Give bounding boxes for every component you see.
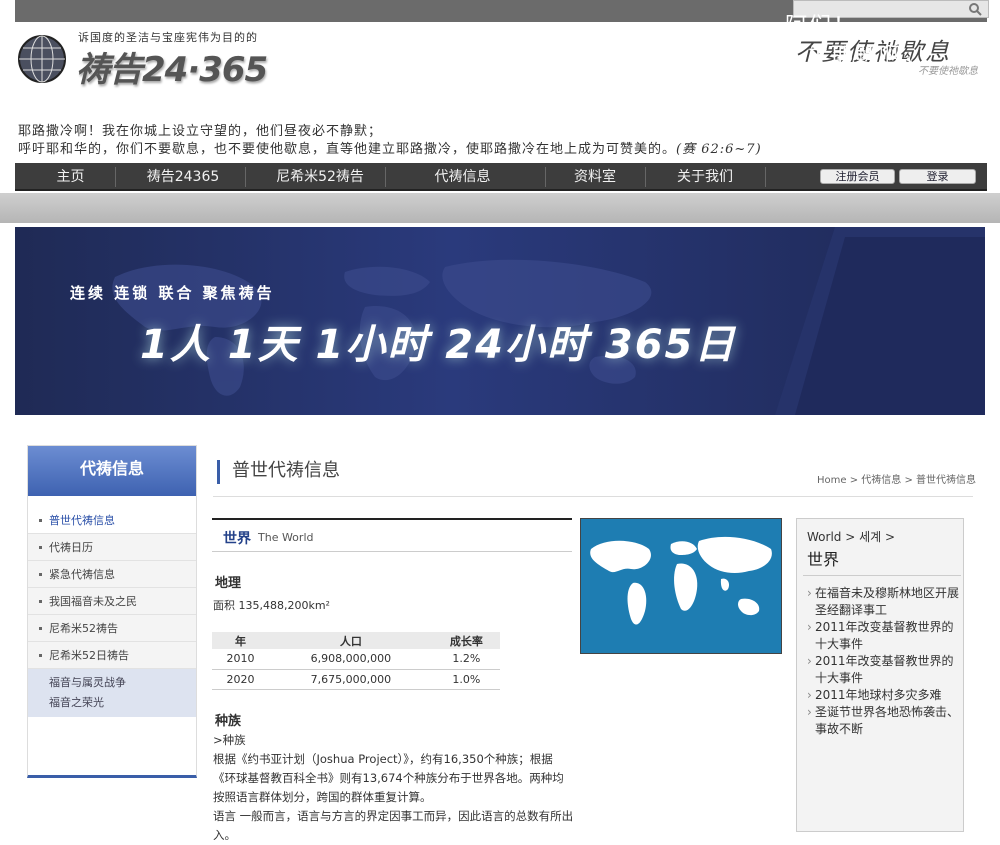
related-item[interactable]: 在福音未及穆斯林地区开展圣经翻译事工 [807, 585, 963, 619]
banner-corner-shape [775, 227, 985, 415]
nav-item-resources[interactable]: 资料室 [555, 163, 635, 191]
table-cell: 7,675,000,000 [268, 669, 433, 690]
nav-divider [645, 167, 646, 187]
related-title: 世界 [807, 550, 840, 569]
amen-line-3: 愿您快来！ [829, 74, 950, 99]
hero-banner: 连续 连锁 联合 聚焦祷告 1人 1天 1小时 24小时 365日 [15, 227, 985, 415]
verse-line-2: 呼吁耶和华的，你们不要歇息，也不要使他歇息，直等他建立耶路撒冷，使耶路撒冷在地上… [18, 142, 677, 157]
related-item[interactable]: 圣诞节世界各地恐怖袭击、事故不断 [807, 704, 963, 738]
world-subtitle: The World [258, 531, 314, 544]
related-item[interactable]: 2011年改变基督教世界的十大事件 [807, 653, 963, 687]
banner-headline: 1人 1天 1小时 24小时 365日 [140, 322, 737, 368]
related-panel: World > 세계 > 世界 在福音未及穆斯林地区开展圣经翻译事工 2011年… [796, 518, 964, 832]
register-button[interactable]: 注册会员 [820, 169, 895, 184]
sidebar: 代祷信息 普世代祷信息 代祷日历 紧急代祷信息 我国福音未及之民 尼希米52祷告… [27, 445, 197, 778]
language-text: 语言 一般而言，语言与方言的界定因事工而异，因此语言的总数有所出入。 [213, 809, 574, 842]
nav-divider [765, 167, 766, 187]
sidebar-item-unreached[interactable]: 我国福音未及之民 [28, 588, 196, 615]
nav-item-about[interactable]: 关于我们 [655, 163, 755, 191]
related-item[interactable]: 2011年改变基督教世界的十大事件 [807, 619, 963, 653]
table-cell: 2010 [212, 649, 269, 670]
sidebar-item-calendar[interactable]: 代祷日历 [28, 534, 196, 561]
sidebar-title: 代祷信息 [28, 446, 196, 496]
related-divider [803, 575, 961, 576]
nav-divider [385, 167, 386, 187]
nav-item-nehemiah52[interactable]: 尼希米52祷告 [255, 163, 385, 191]
main-nav: 主页 祷告24365 尼希米52祷告 代祷信息 资料室 关于我们 注册会员 登录 [15, 163, 987, 191]
related-list: 在福音未及穆斯林地区开展圣经翻译事工 2011年改变基督教世界的十大事件 201… [807, 585, 963, 738]
banner-amen: 阿们！ 主耶稣啊， 愿您快来！ [785, 12, 949, 102]
nav-divider [245, 167, 246, 187]
world-map-icon [590, 536, 772, 625]
sidebar-item-world[interactable]: 普世代祷信息 [28, 507, 196, 534]
table-row: 2010 6,908,000,000 1.2% [212, 649, 500, 670]
population-table: 年 人口 成长率 2010 6,908,000,000 1.2% 2020 7,… [212, 632, 500, 690]
world-header: 世界 The World [212, 518, 572, 552]
nav-item-home[interactable]: 主页 [33, 163, 108, 191]
table-cell: 2020 [212, 669, 269, 690]
title-divider [213, 496, 973, 497]
login-button[interactable]: 登录 [899, 169, 976, 184]
verse-ref: (赛 62:6~7) [676, 142, 762, 157]
ethnic-body: >种族 根据《约书亚计划（Joshua Project）》，约有16,350个种… [213, 731, 575, 845]
area-value: 面积 135,488,200km² [213, 599, 330, 612]
related-item[interactable]: 2011年地球村多灾多难 [807, 687, 963, 704]
geography-label: 地理 [215, 576, 242, 591]
sidebar-item-urgent[interactable]: 紧急代祷信息 [28, 561, 196, 588]
ethnic-label: 种族 [215, 714, 242, 729]
sidebar-submenu: 福音与属灵战争 福音之荣光 [28, 669, 196, 717]
ethnic-text: 根据《约书亚计划（Joshua Project）》，约有16,350个种族；根据… [213, 752, 564, 804]
sidebar-item-nehemiah52[interactable]: 尼希米52祷告 [28, 615, 196, 642]
sidebar-subitem-warfare[interactable]: 福音与属灵战争 [49, 673, 196, 693]
world-map-image [580, 518, 782, 654]
globe-logo-icon[interactable] [17, 34, 67, 84]
related-breadcrumb[interactable]: World > 세계 > [807, 528, 895, 545]
table-row: 2020 7,675,000,000 1.0% [212, 669, 500, 690]
nav-item-prayer24365[interactable]: 祷告24365 [133, 163, 233, 191]
sidebar-item-nehemiah52-days[interactable]: 尼希米52日祷告 [28, 642, 196, 669]
table-cell: 1.2% [432, 649, 500, 670]
breadcrumb[interactable]: Home > 代祷信息 > 普世代祷信息 [817, 471, 976, 486]
sidebar-subitem-glory[interactable]: 福音之荣光 [49, 693, 196, 713]
page-title: 普世代祷信息 [217, 460, 340, 484]
sidebar-spacer [28, 496, 196, 507]
banner-subtitle: 连续 连锁 联合 聚焦祷告 [70, 284, 275, 302]
table-header-growth: 成长率 [432, 632, 500, 649]
search-icon[interactable] [968, 2, 982, 16]
verse-line-1: 耶路撒冷啊！我在你城上设立守望的，他们昼夜必不静默； [18, 124, 383, 139]
table-header-year: 年 [212, 632, 269, 649]
nav-divider [545, 167, 546, 187]
ethnic-sublabel: >种族 [213, 733, 246, 747]
nav-item-intercession[interactable]: 代祷信息 [415, 163, 510, 191]
scripture-verse: 耶路撒冷啊！我在你城上设立守望的，他们昼夜必不静默； 呼吁耶和华的，你们不要歇息… [18, 123, 898, 159]
site-logo[interactable]: 祷告24·365 [76, 42, 268, 91]
amen-line-2: 主耶稣啊， [807, 44, 928, 69]
table-cell: 6,908,000,000 [268, 649, 433, 670]
gray-strip [0, 193, 1000, 223]
amen-line-1: 阿们！ [785, 14, 858, 39]
table-cell: 1.0% [432, 669, 500, 690]
table-header-population: 人口 [268, 632, 433, 649]
nav-divider [115, 167, 116, 187]
world-title: 世界 [223, 531, 251, 547]
